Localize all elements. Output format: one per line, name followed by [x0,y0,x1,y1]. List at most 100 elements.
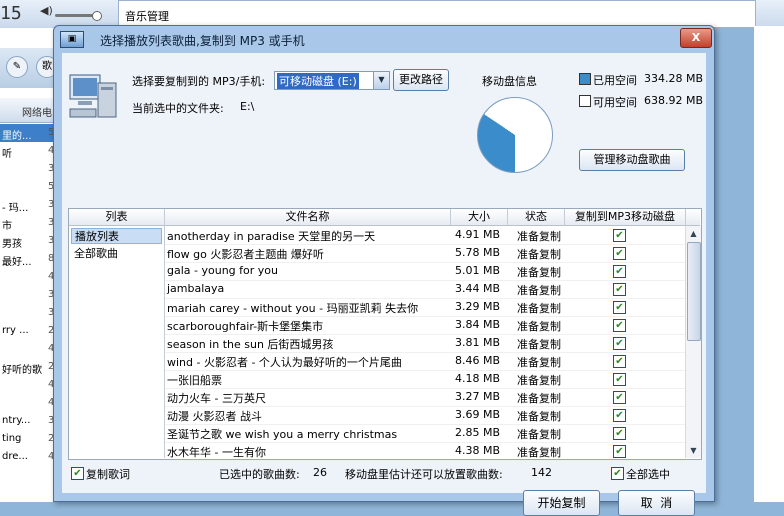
copy-checkbox[interactable]: ✔ [613,283,626,296]
chevron-down-icon[interactable]: ▼ [373,72,389,89]
song-status: 准备复制 [517,230,561,243]
close-button[interactable]: X [680,28,712,48]
background-song-row[interactable]: 5 [0,178,56,196]
song-name: jambalaya [167,282,225,295]
table-row[interactable]: 一张旧船票 4.18 MB 准备复制 ✔ [165,370,685,389]
dialog-body: 选择要复制到的 MP3/手机: 可移动磁盘 (E:) ▼ 更改路径 当前选中的文… [62,53,706,516]
scroll-down-icon[interactable]: ▼ [686,443,701,458]
song-size: 3.27 MB [455,390,501,403]
playlist-item[interactable]: 全部歌曲 [71,246,162,262]
background-song-row[interactable]: 4 [0,340,56,358]
background-song-row[interactable]: 4 [0,394,56,412]
table-row[interactable]: 水木年华 - 一生有你 4.38 MB 准备复制 ✔ [165,442,685,461]
copy-checkbox[interactable]: ✔ [613,229,626,242]
free-space-swatch [579,95,591,107]
cancel-button[interactable]: 取 消 [618,490,695,516]
song-status: 准备复制 [517,338,561,351]
copy-checkbox[interactable]: ✔ [613,247,626,260]
scroll-up-icon[interactable]: ▲ [686,226,701,241]
background-song-name: rry ... [2,325,29,336]
copy-checkbox[interactable]: ✔ [613,373,626,386]
background-right-panel [754,26,784,502]
background-song-row[interactable]: 最好... 8 [0,250,56,268]
song-status: 准备复制 [517,428,561,441]
song-name: 水木年华 - 一生有你 [167,446,266,459]
column-header-list[interactable]: 列表 [69,209,165,226]
copy-checkbox[interactable]: ✔ [613,445,626,458]
copy-checkbox[interactable]: ✔ [613,319,626,332]
table-row[interactable]: flow go 火影忍者主题曲 爆好听 5.78 MB 准备复制 ✔ [165,244,685,263]
copy-checkbox[interactable]: ✔ [613,301,626,314]
copy-checkbox[interactable]: ✔ [613,427,626,440]
copy-to-mp3-dialog: ▣ 选择播放列表歌曲,复制到 MP3 或手机 X 选择要复制到的 MP3/手机:… [53,25,715,516]
volume-slider-track[interactable] [55,14,97,17]
volume-icon[interactable]: ◀) [40,4,53,17]
copy-checkbox[interactable]: ✔ [613,391,626,404]
background-song-row[interactable]: 4 [0,268,56,286]
background-song-row[interactable]: ntry... 3 [0,412,56,430]
start-copy-button[interactable]: 开始复制 [523,490,600,516]
device-select[interactable]: 可移动磁盘 (E:) ▼ [274,71,390,90]
copy-checkbox[interactable]: ✔ [613,265,626,278]
column-header-copy[interactable]: 复制到MP3移动磁盘 [565,209,686,226]
table-row[interactable]: scarboroughfair-斯卡堡堡集市 3.84 MB 准备复制 ✔ [165,316,685,335]
computer-icon [69,74,117,118]
playlist-item[interactable]: 播放列表 [71,228,162,244]
playlist-list: 播放列表 全部歌曲 [69,226,165,458]
edit-icon[interactable]: ✎ [6,56,28,78]
background-song-row[interactable]: rry ... 2 [0,322,56,340]
song-size: 4.38 MB [455,444,501,457]
scrollbar-thumb[interactable] [687,242,701,341]
target-device-label: 选择要复制到的 MP3/手机: [132,75,266,88]
used-space-value: 334.28 MB [644,72,704,85]
song-table-scrollbar[interactable]: ▲ ▼ [685,226,701,458]
table-row[interactable]: jambalaya 3.44 MB 准备复制 ✔ [165,280,685,299]
mp3-device-icon: ▣ [60,31,84,48]
background-song-row[interactable]: 好听的歌 2 [0,358,56,376]
table-row[interactable]: wind - 火影忍者 - 个人认为最好听的一个片尾曲 8.46 MB 准备复制 ✔ [165,352,685,371]
column-header-filler [686,209,700,226]
select-all-checkbox[interactable]: ✔ [611,467,624,480]
table-row[interactable]: 动漫 火影忍者 战斗 3.69 MB 准备复制 ✔ [165,406,685,425]
volume-slider-handle[interactable] [92,11,102,21]
song-name: scarboroughfair-斯卡堡堡集市 [167,320,324,333]
copy-lyrics-label: 复制歌词 [86,468,130,481]
table-row[interactable]: anotherday in paradise 天堂里的另一天 4.91 MB 准备复… [165,226,685,245]
background-song-row[interactable]: ting 2 [0,430,56,448]
column-header-name[interactable]: 文件名称 [165,209,451,226]
copy-checkbox[interactable]: ✔ [613,355,626,368]
background-song-row[interactable]: 男孩 3 [0,232,56,250]
song-size: 5.78 MB [455,246,501,259]
column-header-size[interactable]: 大小 [451,209,508,226]
column-header-status[interactable]: 状态 [508,209,565,226]
background-song-row[interactable]: dre... 4 [0,448,56,466]
copy-checkbox[interactable]: ✔ [613,409,626,422]
table-row[interactable]: 圣诞节之歌 we wish you a merry christmas 2.85 … [165,424,685,443]
song-name: wind - 火影忍者 - 个人认为最好听的一个片尾曲 [167,356,402,369]
song-size: 5.01 MB [455,264,501,277]
table-row[interactable]: 动力火车 - 三万英尺 3.27 MB 准备复制 ✔ [165,388,685,407]
background-song-row[interactable]: 市3 [0,214,56,232]
copy-checkbox[interactable]: ✔ [613,337,626,350]
table-row[interactable]: mariah carey - without you - 玛丽亚凯莉 失去你 3.… [165,298,685,317]
background-song-row[interactable]: 听4 [0,142,56,160]
free-space-label: 可用空间 [593,96,637,109]
background-song-row[interactable]: 4 [0,376,56,394]
copy-lyrics-checkbox[interactable]: ✔ [71,467,84,480]
song-name: gala - young for you [167,264,278,277]
background-song-row[interactable]: - 玛... 3 [0,196,56,214]
background-song-row[interactable]: 3 [0,160,56,178]
change-path-button[interactable]: 更改路径 [393,69,449,91]
background-song-name: ting [2,433,22,444]
time-display: 15 [0,3,22,24]
background-song-row[interactable]: 3 [0,286,56,304]
table-row[interactable]: season in the sun 后街西城男孩 3.81 MB 准备复制 ✔ [165,334,685,353]
background-song-row[interactable]: 3 [0,304,56,322]
capacity-label: 移动盘里估计还可以放置歌曲数: [345,468,503,481]
tab-network[interactable]: 网络电 [0,98,58,123]
manage-disk-songs-button[interactable]: 管理移动盘歌曲 [579,149,685,171]
song-name: season in the sun 后街西城男孩 [167,338,334,351]
song-name: 动力火车 - 三万英尺 [167,392,266,405]
background-song-row[interactable]: 里的... 5 [0,124,56,142]
table-row[interactable]: gala - young for you 5.01 MB 准备复制 ✔ [165,262,685,281]
